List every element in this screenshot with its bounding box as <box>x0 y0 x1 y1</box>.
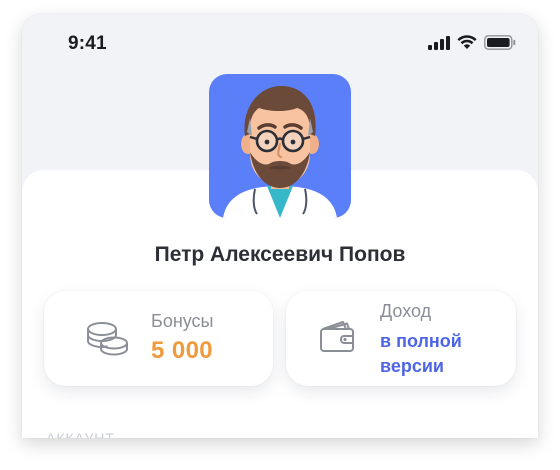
bonus-card[interactable]: Бонусы 5 000 <box>44 291 273 386</box>
battery-icon <box>484 35 516 55</box>
income-value[interactable]: в полной версии <box>380 329 500 379</box>
doctor-avatar-illustration <box>223 86 337 218</box>
bonus-label: Бонусы <box>151 311 214 331</box>
status-bar: 9:41 <box>22 14 538 70</box>
avatar[interactable] <box>209 74 351 218</box>
wifi-icon <box>457 35 477 55</box>
phone-screen: 9:41 Петр Алексеевич Попов Бонусы 5 000 … <box>22 14 538 438</box>
income-label: Доход <box>380 301 432 321</box>
bonus-value: 5 000 <box>151 337 214 364</box>
status-time: 9:41 <box>68 33 107 54</box>
user-name: Петр Алексеевич Попов <box>154 243 406 266</box>
status-icons <box>428 35 516 55</box>
coins-icon <box>86 321 130 362</box>
section-label-account: АККАУНТ <box>46 430 115 438</box>
income-card[interactable]: Доход в полной версии <box>286 291 516 386</box>
wallet-icon <box>319 319 357 358</box>
cellular-signal-icon <box>428 35 450 55</box>
